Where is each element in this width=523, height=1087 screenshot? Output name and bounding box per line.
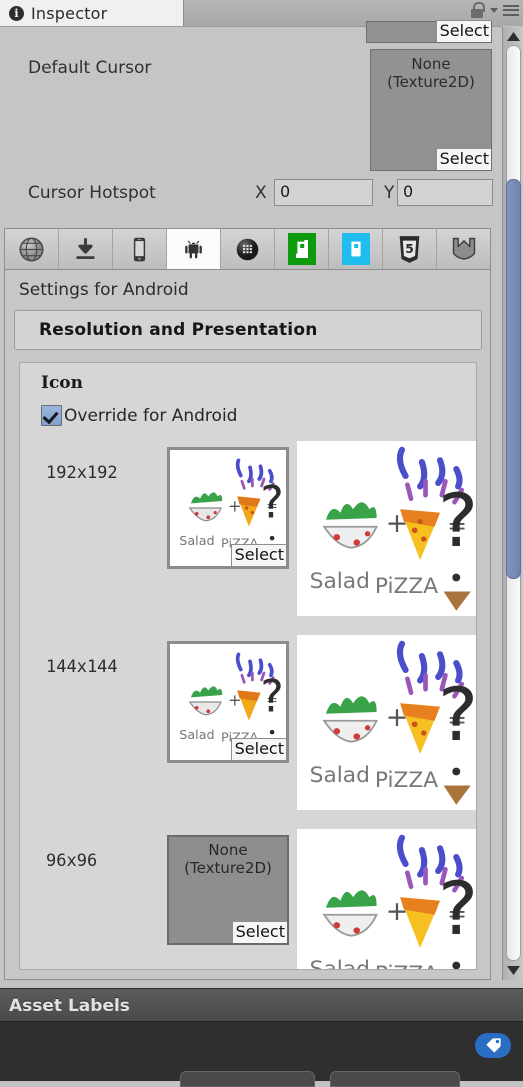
foldout-label: Resolution and Presentation: [39, 320, 318, 340]
platform-tab-standalone[interactable]: [59, 229, 113, 269]
svg-text:Salad: Salad: [179, 728, 214, 743]
svg-text:PiZZA: PiZZA: [375, 963, 439, 970]
download-arrow-icon: [76, 237, 95, 259]
default-cursor-objectfield[interactable]: None (Texture2D) Select: [370, 49, 492, 171]
salad-pizza-artwork-large: + = ? Salad PiZZA: [297, 441, 477, 616]
unity-inspector-window: i Inspector Select Default Cursor None (T…: [0, 0, 523, 1087]
iphone-icon: [133, 237, 146, 261]
svg-text:Salad: Salad: [310, 569, 370, 594]
icon-row-96-size: 96x96: [46, 851, 98, 871]
platform-tab-windows-phone[interactable]: [329, 229, 383, 269]
icon-row-144-thumbnail[interactable]: + = ? Salad PiZZA Select: [167, 641, 289, 763]
add-label-button[interactable]: [475, 1033, 511, 1058]
svg-text:Salad: Salad: [310, 957, 370, 970]
tab-inspector-label: Inspector: [31, 3, 108, 23]
platform-tab-html5[interactable]: 5: [383, 229, 437, 269]
icon-row-144-select-button[interactable]: Select: [230, 738, 286, 760]
cursor-hotspot-label: Cursor Hotspot: [28, 183, 156, 203]
inspector-header-controls: [471, 2, 519, 18]
hotspot-y-input[interactable]: 0: [397, 179, 493, 206]
info-circle-icon: i: [9, 5, 24, 21]
blackberry-icon: [236, 238, 259, 260]
svg-text:?: ?: [438, 478, 477, 564]
icon-row-96-preview: + = ? Salad PiZZA: [297, 829, 477, 970]
bottom-button-left[interactable]: [180, 1071, 315, 1087]
svg-text:?: ?: [260, 477, 283, 528]
icon-row-144-preview: + = ? Salad PiZZA: [297, 635, 477, 810]
platform-settings-box: Settings for Android Resolution and Pres…: [4, 270, 491, 980]
html5-shield-icon: 5: [399, 235, 420, 263]
svg-text:Salad: Salad: [179, 534, 214, 549]
windows-store-icon: [287, 233, 316, 265]
svg-text:PiZZA: PiZZA: [375, 769, 439, 794]
scroll-down-button[interactable]: [505, 962, 522, 979]
override-checkbox[interactable]: [41, 405, 62, 426]
platform-tab-strip: 5: [4, 228, 491, 270]
flash-icon: [452, 237, 475, 260]
globe-icon: [19, 236, 44, 262]
svg-text:?: ?: [438, 672, 477, 758]
icon-row-144: 144x144 + = ? Salad Select + = ? Salad P…: [20, 635, 477, 820]
svg-text:5: 5: [405, 241, 414, 255]
icon-settings-group: Icon Override for Android 192x192 + = ? …: [19, 362, 477, 970]
partial-select-button[interactable]: Select: [435, 20, 491, 42]
salad-pizza-artwork-large: + = ? Salad PiZZA: [297, 635, 477, 810]
platform-tab-ios[interactable]: [113, 229, 167, 269]
bottom-button-right[interactable]: [330, 1071, 460, 1087]
windows-phone-icon: [341, 233, 370, 265]
asset-labels-title: Asset Labels: [9, 995, 130, 1016]
icon-row-96-select-button[interactable]: Select: [231, 921, 287, 943]
icon-group-header: Icon: [41, 373, 84, 393]
icon-row-144-size: 144x144: [46, 657, 118, 677]
svg-text:?: ?: [260, 671, 283, 722]
unlocked-padlock-icon[interactable]: [471, 2, 485, 18]
icon-row-192-preview: + = ? Salad PiZZA: [297, 441, 477, 616]
triangle-down-icon: [507, 966, 520, 975]
asset-labels-bar[interactable]: Asset Labels: [0, 988, 523, 1022]
settings-title: Settings for Android: [19, 280, 189, 300]
tag-icon: [485, 1038, 501, 1053]
platform-tab-blackberry[interactable]: [221, 229, 275, 269]
default-cursor-select-button[interactable]: Select: [435, 148, 491, 170]
inspector-scrollbar[interactable]: [502, 27, 523, 980]
chevron-down-icon[interactable]: [490, 7, 498, 13]
tab-inspector[interactable]: i Inspector: [0, 0, 184, 26]
svg-text:Salad: Salad: [310, 763, 370, 788]
svg-text:PiZZA: PiZZA: [375, 575, 439, 600]
platform-tab-android[interactable]: [167, 229, 221, 269]
platform-tab-windows-store[interactable]: [275, 229, 329, 269]
asset-labels-panel: [0, 1021, 523, 1087]
icon-row-192-thumbnail[interactable]: + = ? Salad PiZZA Select: [167, 447, 289, 569]
icon-row-96-value: None (Texture2D): [184, 841, 272, 877]
scroll-up-button[interactable]: [505, 28, 522, 45]
scrollbar-thumb[interactable]: [506, 179, 521, 579]
platform-tab-flash[interactable]: [437, 229, 490, 269]
icon-row-96-objectfield[interactable]: None (Texture2D) Select: [167, 835, 289, 945]
icon-row-192-select-button[interactable]: Select: [230, 544, 286, 566]
icon-row-192: 192x192 + = ? Salad Select + = ? Salad P…: [20, 441, 477, 626]
salad-pizza-artwork-large: + = ? Salad PiZZA: [297, 829, 477, 970]
hotspot-x-input[interactable]: 0: [274, 179, 373, 206]
override-checkbox-label: Override for Android: [64, 405, 238, 426]
foldout-resolution-presentation[interactable]: Resolution and Presentation: [14, 310, 482, 350]
partial-object-field[interactable]: Select: [366, 20, 492, 43]
icon-row-192-size: 192x192: [46, 463, 118, 483]
default-cursor-value: None (Texture2D): [387, 55, 475, 91]
platform-tab-web-player[interactable]: [5, 229, 59, 269]
icon-row-96: 96x96 None (Texture2D) Select + = ? Sala…: [20, 829, 477, 970]
hotspot-x-label: X: [255, 183, 267, 203]
hotspot-y-label: Y: [384, 183, 395, 203]
default-cursor-label: Default Cursor: [28, 58, 152, 78]
svg-text:?: ?: [438, 866, 477, 952]
android-robot-icon: [185, 240, 202, 258]
override-for-android-row[interactable]: Override for Android: [41, 405, 237, 426]
triangle-up-icon: [507, 32, 520, 41]
hamburger-menu-icon[interactable]: [503, 4, 519, 16]
